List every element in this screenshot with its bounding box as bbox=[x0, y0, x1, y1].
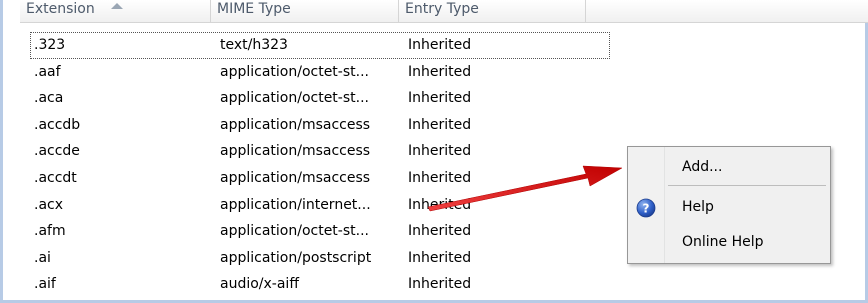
cell-entry: Inherited bbox=[408, 223, 472, 240]
cell-extension: .accdb bbox=[34, 116, 81, 133]
cell-extension: .ai bbox=[34, 249, 51, 266]
table-row[interactable]: .accde application/msaccess Inherited bbox=[30, 138, 610, 165]
svg-text:?: ? bbox=[643, 202, 650, 216]
cell-extension: .accde bbox=[34, 143, 80, 160]
cell-entry: Inherited bbox=[408, 276, 472, 293]
cell-mime: audio/x-aiff bbox=[220, 276, 299, 293]
cell-entry: Inherited bbox=[408, 169, 472, 186]
cell-extension: .aaf bbox=[34, 63, 61, 80]
cell-entry: Inherited bbox=[408, 143, 472, 160]
column-header-extension-label: Extension bbox=[26, 1, 95, 17]
menu-item-add[interactable]: Add... bbox=[682, 159, 722, 175]
mime-list: .323 text/h323 Inherited .aaf applicatio… bbox=[30, 32, 610, 298]
cell-entry: Inherited bbox=[408, 90, 472, 107]
menu-item-online-help[interactable]: Online Help bbox=[682, 234, 764, 250]
menu-item-help[interactable]: Help bbox=[682, 199, 714, 215]
table-row[interactable]: .aif audio/x-aiff Inherited bbox=[30, 271, 610, 298]
table-row[interactable]: .acx application/internet... Inherited bbox=[30, 192, 610, 219]
column-separator[interactable] bbox=[585, 0, 586, 22]
cell-extension: .afm bbox=[34, 223, 66, 240]
table-row[interactable]: .aaf application/octet-st... Inherited bbox=[30, 59, 610, 86]
table-row[interactable]: .afm application/octet-st... Inherited bbox=[30, 218, 610, 245]
column-header-entry[interactable]: Entry Type bbox=[399, 0, 585, 22]
table-row[interactable]: .aca application/octet-st... Inherited bbox=[30, 85, 610, 112]
cell-mime: application/octet-st... bbox=[220, 63, 369, 80]
list-header: Extension MIME Type Entry Type bbox=[20, 0, 868, 23]
cell-extension: .aca bbox=[34, 90, 64, 107]
cell-mime: application/octet-st... bbox=[220, 90, 369, 107]
menu-separator bbox=[668, 185, 826, 186]
cell-extension: .aif bbox=[34, 276, 56, 293]
context-menu: Add... ? Help Online Help bbox=[627, 146, 831, 264]
cell-entry: Inherited bbox=[408, 63, 472, 80]
cell-mime: application/octet-st... bbox=[220, 223, 369, 240]
column-header-mime[interactable]: MIME Type bbox=[211, 0, 398, 22]
cell-mime: application/msaccess bbox=[220, 143, 371, 160]
table-row[interactable]: .accdb application/msaccess Inherited bbox=[30, 112, 610, 139]
table-row[interactable]: .ai application/postscript Inherited bbox=[30, 245, 610, 272]
cell-extension: .323 bbox=[34, 37, 66, 53]
column-header-extension[interactable]: Extension bbox=[20, 0, 210, 22]
cell-mime: application/postscript bbox=[220, 249, 372, 266]
cell-mime: application/internet... bbox=[220, 196, 371, 213]
cell-entry: Inherited bbox=[408, 116, 472, 133]
help-icon: ? bbox=[636, 198, 656, 218]
cell-mime: text/h323 bbox=[220, 37, 288, 53]
column-header-mime-label: MIME Type bbox=[217, 1, 291, 17]
cell-mime: application/msaccess bbox=[220, 169, 371, 186]
sort-ascending-icon bbox=[110, 3, 123, 9]
cell-extension: .accdt bbox=[34, 169, 77, 186]
cell-extension: .acx bbox=[34, 196, 64, 213]
cell-entry: Inherited bbox=[408, 196, 472, 213]
table-row[interactable]: .323 text/h323 Inherited bbox=[30, 32, 610, 59]
cell-entry: Inherited bbox=[408, 37, 472, 53]
cell-entry: Inherited bbox=[408, 249, 472, 266]
column-header-entry-label: Entry Type bbox=[405, 1, 479, 17]
cell-mime: application/msaccess bbox=[220, 116, 371, 133]
table-row[interactable]: .accdt application/msaccess Inherited bbox=[30, 165, 610, 192]
